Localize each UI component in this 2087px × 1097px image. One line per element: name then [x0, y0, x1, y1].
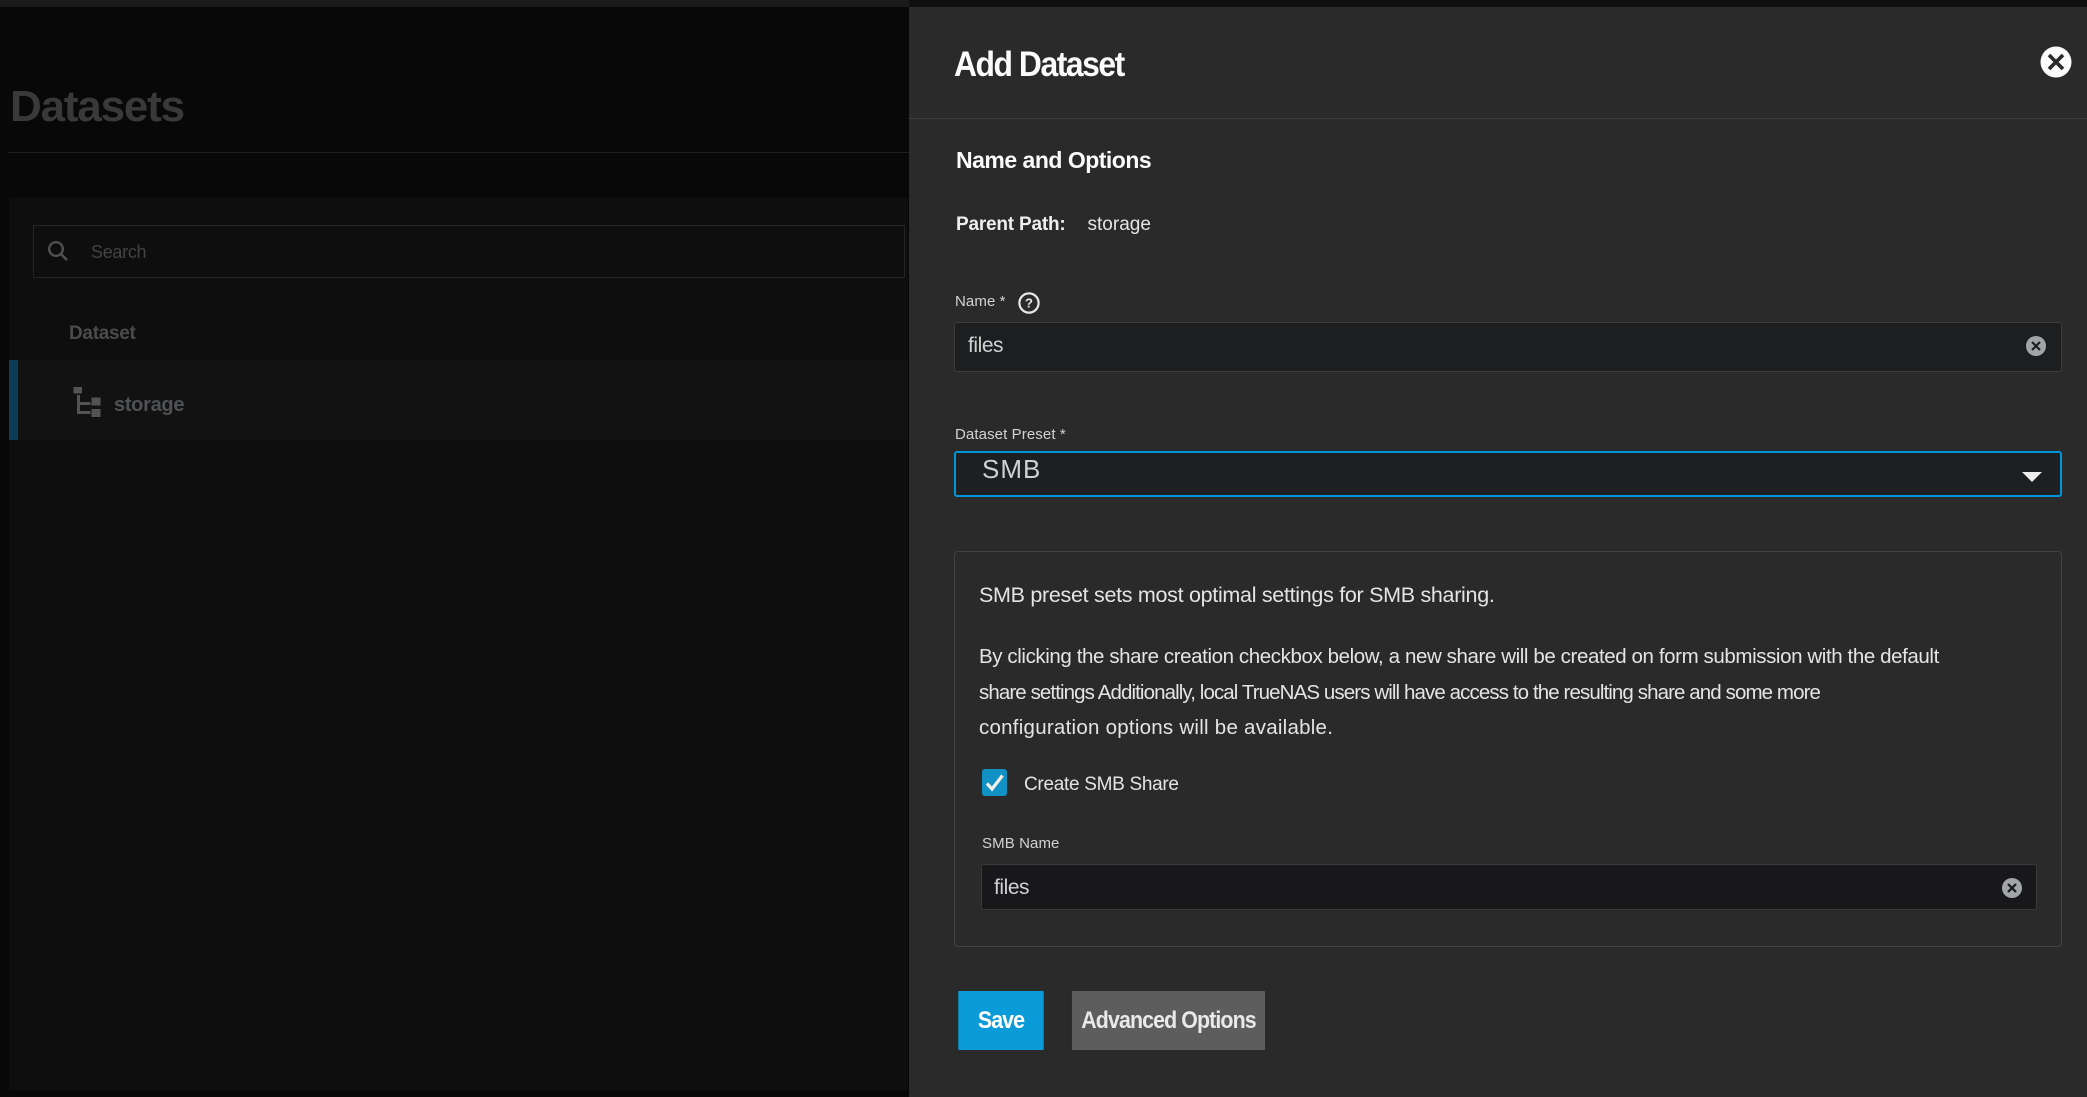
svg-text:?: ? [1025, 296, 1033, 311]
